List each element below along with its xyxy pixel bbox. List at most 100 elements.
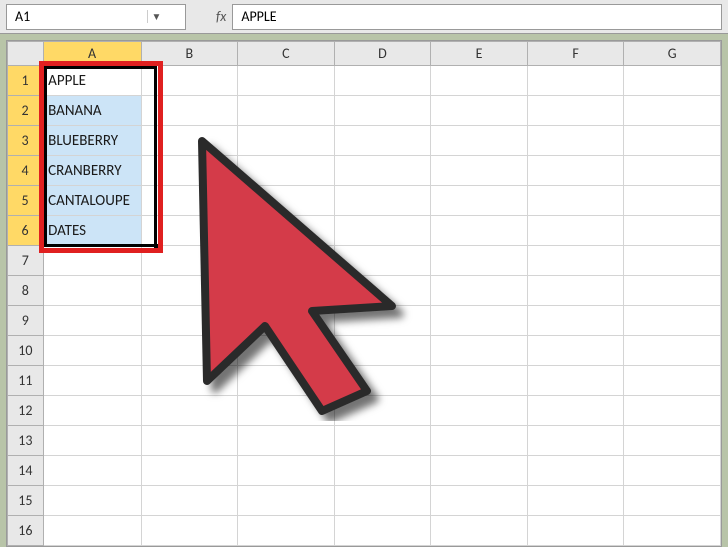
row-header-1[interactable]: 1 [8,66,44,96]
cell-a8[interactable] [43,276,141,306]
cell-g5[interactable] [624,186,721,216]
cell-b13[interactable] [141,426,238,456]
column-header-g[interactable]: G [624,42,721,66]
formula-input[interactable] [232,4,722,30]
cell-e6[interactable] [431,216,528,246]
cell-a1[interactable]: APPLE [43,66,141,96]
cell-g11[interactable] [624,366,721,396]
cell-c13[interactable] [238,426,335,456]
cell-c4[interactable] [238,156,335,186]
cell-c7[interactable] [238,246,335,276]
cell-d13[interactable] [334,426,431,456]
cell-d11[interactable] [334,366,431,396]
cell-g12[interactable] [624,396,721,426]
cell-e8[interactable] [431,276,528,306]
cell-c10[interactable] [238,336,335,366]
cell-d12[interactable] [334,396,431,426]
cell-a6[interactable]: DATES [43,216,141,246]
cell-b6[interactable] [141,216,238,246]
row-header-16[interactable]: 16 [8,516,44,546]
cell-e16[interactable] [431,516,528,546]
cell-e15[interactable] [431,486,528,516]
select-all-corner[interactable] [8,42,44,66]
cell-a15[interactable] [43,486,141,516]
cell-e9[interactable] [431,306,528,336]
column-header-e[interactable]: E [431,42,528,66]
cell-a5[interactable]: CANTALOUPE [43,186,141,216]
row-header-6[interactable]: 6 [8,216,44,246]
cell-a16[interactable] [43,516,141,546]
column-header-a[interactable]: A [43,42,141,66]
column-header-c[interactable]: C [238,42,335,66]
cell-b4[interactable] [141,156,238,186]
cell-a2[interactable]: BANANA [43,96,141,126]
row-header-11[interactable]: 11 [8,366,44,396]
cell-b11[interactable] [141,366,238,396]
cell-b2[interactable] [141,96,238,126]
row-header-13[interactable]: 13 [8,426,44,456]
row-header-3[interactable]: 3 [8,126,44,156]
cell-g8[interactable] [624,276,721,306]
cell-d2[interactable] [334,96,431,126]
cell-a9[interactable] [43,306,141,336]
cell-e1[interactable] [431,66,528,96]
cell-g16[interactable] [624,516,721,546]
cell-c11[interactable] [238,366,335,396]
cell-f10[interactable] [527,336,624,366]
row-header-7[interactable]: 7 [8,246,44,276]
row-header-10[interactable]: 10 [8,336,44,366]
cell-g2[interactable] [624,96,721,126]
cell-d5[interactable] [334,186,431,216]
cell-c6[interactable] [238,216,335,246]
cell-f15[interactable] [527,486,624,516]
cell-g1[interactable] [624,66,721,96]
cell-f1[interactable] [527,66,624,96]
cell-a12[interactable] [43,396,141,426]
cell-g6[interactable] [624,216,721,246]
cell-c3[interactable] [238,126,335,156]
cell-d9[interactable] [334,306,431,336]
name-box[interactable] [7,8,147,25]
column-header-d[interactable]: D [334,42,431,66]
cell-c2[interactable] [238,96,335,126]
cell-b16[interactable] [141,516,238,546]
fill-handle[interactable] [154,244,161,251]
cell-g9[interactable] [624,306,721,336]
cell-d7[interactable] [334,246,431,276]
cell-d16[interactable] [334,516,431,546]
cell-f11[interactable] [527,366,624,396]
cell-c8[interactable] [238,276,335,306]
cell-e7[interactable] [431,246,528,276]
cell-c16[interactable] [238,516,335,546]
cell-e12[interactable] [431,396,528,426]
cell-d4[interactable] [334,156,431,186]
cell-d1[interactable] [334,66,431,96]
cell-c14[interactable] [238,456,335,486]
cell-a7[interactable] [43,246,141,276]
cell-b10[interactable] [141,336,238,366]
row-header-14[interactable]: 14 [8,456,44,486]
cell-f14[interactable] [527,456,624,486]
cell-c1[interactable] [238,66,335,96]
cell-d14[interactable] [334,456,431,486]
cell-f8[interactable] [527,276,624,306]
cell-b5[interactable] [141,186,238,216]
cell-b1[interactable] [141,66,238,96]
cell-c15[interactable] [238,486,335,516]
row-header-12[interactable]: 12 [8,396,44,426]
cell-d15[interactable] [334,486,431,516]
cell-g4[interactable] [624,156,721,186]
cell-a4[interactable]: CRANBERRY [43,156,141,186]
cell-f9[interactable] [527,306,624,336]
cell-b9[interactable] [141,306,238,336]
cell-e14[interactable] [431,456,528,486]
cell-e13[interactable] [431,426,528,456]
cell-g15[interactable] [624,486,721,516]
cell-g7[interactable] [624,246,721,276]
cell-a13[interactable] [43,426,141,456]
cell-f4[interactable] [527,156,624,186]
cell-b12[interactable] [141,396,238,426]
cell-b8[interactable] [141,276,238,306]
cell-c12[interactable] [238,396,335,426]
row-header-9[interactable]: 9 [8,306,44,336]
